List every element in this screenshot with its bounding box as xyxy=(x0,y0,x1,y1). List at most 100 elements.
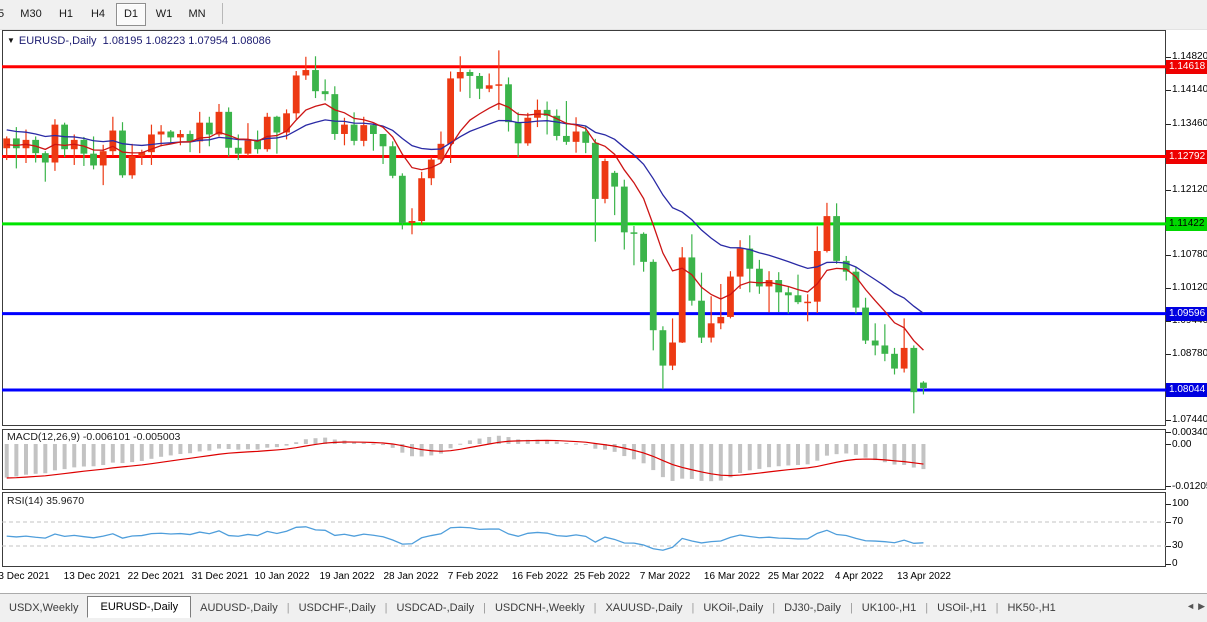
chart-tab-dj30-daily[interactable]: DJ30-,Daily xyxy=(775,598,850,618)
chart-tab-usdchf-daily[interactable]: USDCHF-,Daily xyxy=(290,598,385,618)
macd-bar xyxy=(236,444,240,450)
macd-bar xyxy=(265,444,269,448)
chart-tab-usdcnh-weekly[interactable]: USDCNH-,Weekly xyxy=(486,598,594,618)
macd-bar xyxy=(207,444,211,451)
macd-bar xyxy=(854,444,858,455)
price-axis-label: 1.08780 xyxy=(1172,348,1207,359)
axis-tick-mark xyxy=(1166,444,1171,445)
chart-tab-usdx-weekly[interactable]: USDX,Weekly xyxy=(0,598,87,618)
price-badge-1.09596: 1.09596 xyxy=(1166,307,1207,321)
rsi-indicator-pane[interactable] xyxy=(2,492,1166,567)
axis-tick-mark xyxy=(1166,124,1171,125)
chart-tab-usdcad-daily[interactable]: USDCAD-,Daily xyxy=(387,598,483,618)
macd-bar xyxy=(53,444,57,470)
macd-bar xyxy=(198,444,202,451)
candle-body xyxy=(804,302,811,304)
macd-bar xyxy=(709,444,713,481)
candle-body xyxy=(891,354,898,369)
date-axis-label: 13 Apr 2022 xyxy=(897,571,951,582)
macd-bar xyxy=(458,444,462,445)
chart-tab-ukoil-daily[interactable]: UKOil-,Daily xyxy=(694,598,772,618)
chart-tab-uk100-h1[interactable]: UK100-,H1 xyxy=(853,598,925,618)
macd-bar xyxy=(690,444,694,479)
date-axis-label: 10 Jan 2022 xyxy=(254,571,309,582)
timeframe-button-w1[interactable]: W1 xyxy=(150,3,178,26)
price-badge-1.11422: 1.11422 xyxy=(1166,217,1207,231)
price-axis-label: 1.10780 xyxy=(1172,249,1207,260)
candle-body xyxy=(505,84,512,122)
moving-average-slow xyxy=(7,120,924,313)
chart-title[interactable]: ▼EURUSD-,Daily 1.08195 1.08223 1.07954 1… xyxy=(7,35,271,47)
candle-body xyxy=(660,330,667,365)
candle-body xyxy=(814,251,821,302)
toolbar-separator xyxy=(222,3,223,24)
candle-body xyxy=(380,134,387,146)
candle-body xyxy=(698,301,705,338)
macd-bar xyxy=(748,444,752,470)
macd-bar xyxy=(82,444,86,467)
candle-body xyxy=(573,132,580,142)
chart-dropdown-icon[interactable]: ▼ xyxy=(7,36,15,45)
macd-bar xyxy=(864,444,868,458)
timeframe-button-mn[interactable]: MN xyxy=(182,3,212,26)
candle-body xyxy=(158,132,165,135)
macd-bar xyxy=(516,439,520,444)
macd-bar xyxy=(130,444,134,462)
candle-body xyxy=(409,221,416,223)
macd-bar xyxy=(227,444,231,449)
chart-tab-hk50-h1[interactable]: HK50-,H1 xyxy=(998,598,1064,618)
candle-body xyxy=(592,143,599,199)
macd-bar xyxy=(111,444,115,463)
macd-bar xyxy=(410,444,414,456)
macd-bar xyxy=(786,444,790,465)
timeframe-button-m30[interactable]: M30 xyxy=(14,3,48,26)
timeframe-button-5[interactable]: 5 xyxy=(0,3,10,26)
candle-body xyxy=(389,146,396,176)
tab-scroll-left-icon[interactable]: ◄ xyxy=(1186,601,1195,611)
candle-body xyxy=(370,125,377,134)
price-badge-1.14618: 1.14618 xyxy=(1166,60,1207,74)
price-axis-label: 1.10120 xyxy=(1172,282,1207,293)
candle-body xyxy=(312,70,319,91)
candle-body xyxy=(495,84,502,86)
macd-bar xyxy=(777,444,781,466)
candle-body xyxy=(225,112,232,148)
candle-body xyxy=(206,123,213,135)
date-axis-label: 25 Mar 2022 xyxy=(768,571,824,582)
tab-scroll-right-icon[interactable]: ▶ xyxy=(1198,601,1205,611)
axis-tick-mark xyxy=(1166,432,1171,433)
candle-body xyxy=(688,257,695,300)
chart-tab-xauusd-daily[interactable]: XAUUSD-,Daily xyxy=(596,598,691,618)
date-axis-label: 13 Dec 2021 xyxy=(64,571,121,582)
candle-body xyxy=(631,232,638,234)
macd-bar xyxy=(478,439,482,444)
macd-bar xyxy=(188,444,192,453)
candle-body xyxy=(611,173,618,187)
candle-body xyxy=(302,70,309,75)
price-chart-pane[interactable] xyxy=(2,30,1166,426)
timeframe-button-d1[interactable]: D1 xyxy=(116,3,146,26)
chart-tab-audusd-daily[interactable]: AUDUSD-,Daily xyxy=(191,598,287,618)
axis-tick-mark xyxy=(1166,90,1171,91)
chart-tab-eurusd-daily[interactable]: EURUSD-,Daily xyxy=(87,596,191,618)
axis-tick-mark xyxy=(1166,522,1171,523)
macd-bar xyxy=(574,444,578,445)
macd-bar xyxy=(680,444,684,479)
candle-body xyxy=(708,323,715,337)
timeframe-button-h1[interactable]: H1 xyxy=(52,3,80,26)
rsi-value: 35.9670 xyxy=(46,495,84,507)
candle-body xyxy=(235,148,242,154)
candle-body xyxy=(602,161,609,199)
macd-signal-line xyxy=(7,440,924,478)
candle-body xyxy=(727,277,734,317)
chart-title-symbol: EURUSD-,Daily xyxy=(19,35,97,47)
macd-bar xyxy=(796,444,800,465)
candle-body xyxy=(428,160,435,179)
timeframe-button-h4[interactable]: H4 xyxy=(84,3,112,26)
chart-tab-usoil-h1[interactable]: USOil-,H1 xyxy=(928,598,996,618)
date-axis-label: 22 Dec 2021 xyxy=(128,571,185,582)
price-pane-border xyxy=(3,31,1166,426)
macd-bar xyxy=(140,444,144,461)
macd-bar xyxy=(555,441,559,444)
candle-body xyxy=(717,317,724,323)
